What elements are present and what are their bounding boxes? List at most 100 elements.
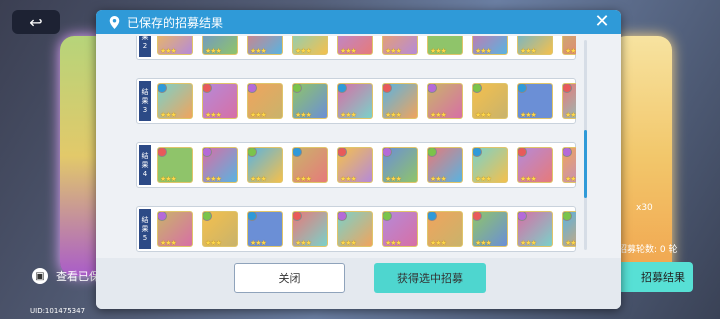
star-rating: ★★★ — [475, 175, 492, 183]
card-group: ★★★ ★★★ ★★★ ★★★ ★★★ ★★★ ★★★ ★★★ ★★★ ★★★ — [157, 211, 576, 247]
character-card[interactable]: ★★★ — [157, 36, 193, 55]
view-results-label: 招募结果 — [641, 271, 685, 284]
element-badge-icon — [518, 84, 527, 93]
character-card[interactable]: ★★★ — [202, 36, 238, 55]
results-list[interactable]: 结果2★★★★★★★★★★★★★★★★★★★★★★★★★★★★★★结果3★★★★… — [136, 36, 576, 258]
star-rating: ★★★ — [520, 47, 537, 55]
result-row-label: 结果5 — [139, 209, 151, 249]
character-card[interactable]: ★★★ — [292, 147, 328, 183]
row-label-char: 结 — [141, 215, 149, 224]
star-rating: ★★★ — [565, 175, 576, 183]
character-card[interactable]: ★★★ — [472, 36, 508, 55]
back-button[interactable]: ↩ — [12, 10, 60, 34]
character-card[interactable]: ★★★ — [517, 147, 553, 183]
star-rating: ★★★ — [475, 111, 492, 119]
character-card[interactable]: ★★★ — [472, 147, 508, 183]
modal-title: 已保存的招募结果 — [127, 15, 224, 30]
star-rating: ★★★ — [205, 47, 222, 55]
get-selected-label: 获得选中招募 — [397, 272, 463, 285]
close-icon[interactable]: ✕ — [593, 13, 611, 31]
character-card[interactable]: ★★★ — [472, 211, 508, 247]
row-label-char: 5 — [142, 233, 148, 242]
star-rating: ★★★ — [340, 111, 357, 119]
star-rating: ★★★ — [385, 111, 402, 119]
character-card[interactable]: ★★★ — [562, 36, 576, 55]
star-rating: ★★★ — [430, 175, 447, 183]
star-rating: ★★★ — [565, 239, 576, 247]
star-rating: ★★★ — [295, 175, 312, 183]
character-card[interactable]: ★★★ — [157, 211, 193, 247]
character-card[interactable]: ★★★ — [202, 147, 238, 183]
character-card[interactable]: ★★★ — [517, 211, 553, 247]
star-rating: ★★★ — [250, 47, 267, 55]
character-card[interactable]: ★★★ — [427, 36, 463, 55]
get-selected-button[interactable]: 获得选中招募 — [374, 263, 486, 293]
card-group: ★★★ ★★★ ★★★ ★★★ ★★★ ★★★ ★★★ ★★★ ★★★ ★★★ — [157, 36, 576, 55]
star-rating: ★★★ — [160, 111, 177, 119]
character-card[interactable]: ★★★ — [292, 36, 328, 55]
star-rating: ★★★ — [160, 239, 177, 247]
star-rating: ★★★ — [520, 111, 537, 119]
character-card[interactable]: ★★★ — [517, 36, 553, 55]
character-card[interactable]: ★★★ — [157, 147, 193, 183]
row-label-char: 果 — [141, 96, 149, 105]
character-card[interactable]: ★★★ — [382, 36, 418, 55]
character-card[interactable]: ★★★ — [427, 147, 463, 183]
row-label-char: 3 — [142, 105, 148, 114]
character-card[interactable]: ★★★ — [247, 36, 283, 55]
character-card[interactable]: ★★★ — [562, 211, 576, 247]
back-arrow-icon: ↩ — [29, 12, 43, 32]
element-badge-icon — [203, 84, 212, 93]
character-card[interactable]: ★★★ — [427, 83, 463, 119]
character-card[interactable]: ★★★ — [427, 211, 463, 247]
star-rating: ★★★ — [295, 111, 312, 119]
star-rating: ★★★ — [475, 47, 492, 55]
character-card[interactable]: ★★★ — [517, 83, 553, 119]
character-card[interactable]: ★★★ — [337, 83, 373, 119]
character-card[interactable]: ★★★ — [202, 83, 238, 119]
result-row[interactable]: 结果3 ★★★ ★★★ ★★★ ★★★ ★★★ ★★★ ★★★ ★★★ ★★★ ★★★ — [136, 78, 576, 124]
character-card[interactable]: ★★★ — [292, 211, 328, 247]
character-card[interactable]: ★★★ — [247, 147, 283, 183]
character-card[interactable]: ★★★ — [382, 83, 418, 119]
element-badge-icon — [473, 84, 482, 93]
character-card[interactable]: ★★★ — [337, 36, 373, 55]
star-rating: ★★★ — [520, 175, 537, 183]
element-badge-icon — [473, 212, 482, 221]
saved-results-modal: 已保存的招募结果 ✕ 结果2★★★★★★★★★★★★★★★★★★★★★★★★★★… — [96, 10, 621, 309]
element-badge-icon — [248, 212, 257, 221]
character-card[interactable]: ★★★ — [292, 83, 328, 119]
row-label-char: 2 — [142, 41, 148, 50]
character-card[interactable]: ★★★ — [382, 147, 418, 183]
close-button[interactable]: 关闭 — [234, 263, 345, 293]
element-badge-icon — [383, 84, 392, 93]
element-badge-icon — [203, 212, 212, 221]
star-rating: ★★★ — [160, 175, 177, 183]
character-card[interactable]: ★★★ — [337, 211, 373, 247]
star-rating: ★★★ — [205, 239, 222, 247]
element-badge-icon — [428, 212, 437, 221]
character-card[interactable]: ★★★ — [247, 211, 283, 247]
element-badge-icon — [563, 212, 572, 221]
scrollbar-thumb[interactable] — [584, 130, 587, 198]
character-card[interactable]: ★★★ — [247, 83, 283, 119]
result-row[interactable]: 结果4 ★★★ ★★★ ★★★ ★★★ ★★★ ★★★ ★★★ ★★★ ★★★ ★★★ — [136, 142, 576, 188]
result-row[interactable]: 结果5 ★★★ ★★★ ★★★ ★★★ ★★★ ★★★ ★★★ ★★★ ★★★ ★★★ — [136, 206, 576, 252]
card-group: ★★★ ★★★ ★★★ ★★★ ★★★ ★★★ ★★★ ★★★ ★★★ ★★★ — [157, 147, 576, 183]
element-badge-icon — [293, 148, 302, 157]
star-rating: ★★★ — [295, 239, 312, 247]
character-card[interactable]: ★★★ — [337, 147, 373, 183]
modal-header: 已保存的招募结果 ✕ — [96, 10, 621, 34]
element-badge-icon — [158, 212, 167, 221]
character-card[interactable]: ★★★ — [157, 83, 193, 119]
element-badge-icon — [338, 148, 347, 157]
character-card[interactable]: ★★★ — [562, 83, 576, 119]
result-row[interactable]: 结果2 ★★★ ★★★ ★★★ ★★★ ★★★ ★★★ ★★★ ★★★ ★★★ ★★★ — [136, 36, 576, 60]
star-rating: ★★★ — [205, 175, 222, 183]
element-badge-icon — [563, 148, 572, 157]
character-card[interactable]: ★★★ — [562, 147, 576, 183]
character-card[interactable]: ★★★ — [472, 83, 508, 119]
character-card[interactable]: ★★★ — [382, 211, 418, 247]
character-card[interactable]: ★★★ — [202, 211, 238, 247]
element-badge-icon — [338, 84, 347, 93]
